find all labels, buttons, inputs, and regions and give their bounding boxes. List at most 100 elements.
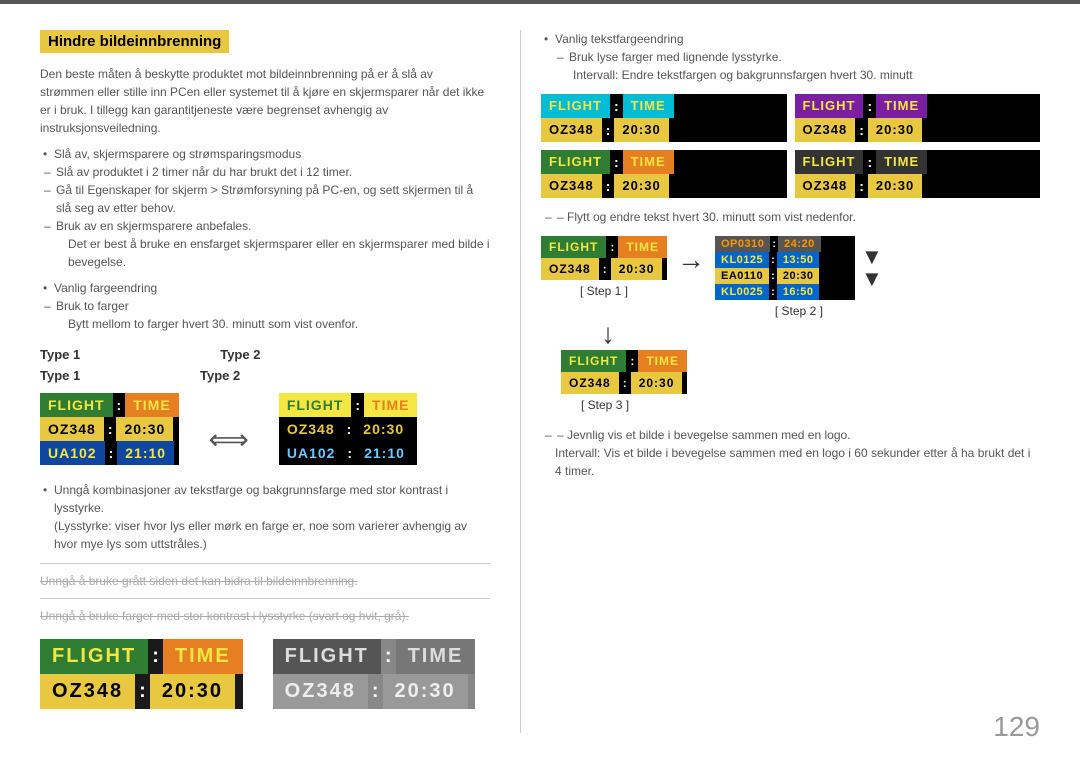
scroll-row-1: OP0310 : 24:20 bbox=[715, 236, 855, 252]
bw-gray-flight: FLIGHT bbox=[273, 639, 381, 674]
grid-widget-1: FLIGHT : TIME OZ348 : 20:30 bbox=[541, 94, 787, 142]
sr1-sep: : bbox=[770, 236, 778, 252]
type1-label: Type 1 bbox=[40, 347, 80, 362]
step1-oz: OZ348 bbox=[541, 258, 599, 280]
final-note1: – Jevnlig vis et bilde i bevegelse samme… bbox=[541, 426, 1040, 444]
type2-oz-row: OZ348 : 20:30 bbox=[279, 417, 418, 441]
gw4-top: FLIGHT : TIME bbox=[795, 150, 1041, 174]
step3-block: FLIGHT : TIME OZ348 : 20:30 [ Step 3 ] bbox=[541, 350, 1040, 412]
rp-dash1: Bruk lyse farger med lignende lysstyrke. bbox=[541, 48, 1040, 66]
grid-widget-3: FLIGHT : TIME OZ348 : 20:30 bbox=[541, 150, 787, 198]
step3-down-arrow: ↓ bbox=[601, 318, 615, 349]
step3-top: FLIGHT : TIME bbox=[561, 350, 687, 372]
step2-block: OP0310 : 24:20 KL0125 : 13:50 EA0110 : bbox=[715, 236, 883, 318]
right-panel: Vanlig tekstfargeendring Bruk lyse farge… bbox=[520, 30, 1040, 733]
step3-sep2: : bbox=[619, 372, 631, 394]
top-bar bbox=[0, 0, 1080, 4]
arrow-down-2: ▼ bbox=[861, 268, 883, 290]
gw2-sep1: : bbox=[863, 94, 876, 118]
sr3-sep: : bbox=[769, 268, 777, 284]
grid-widget-4: FLIGHT : TIME OZ348 : 20:30 bbox=[795, 150, 1041, 198]
bottom-widget-gray: FLIGHT : TIME OZ348 : 20:30 bbox=[273, 639, 476, 709]
step3-flight: FLIGHT bbox=[561, 350, 626, 372]
step1-sep1: : bbox=[606, 236, 618, 258]
grid-4-widgets: FLIGHT : TIME OZ348 : 20:30 FLIGHT : TIM… bbox=[541, 94, 1040, 198]
bullet2: Vanlig fargeendring bbox=[40, 279, 490, 297]
scroll-row-3: EA0110 : 20:30 bbox=[715, 268, 855, 284]
gw1-oz: OZ348 bbox=[541, 118, 602, 142]
step3-arrow: ↓ bbox=[541, 318, 1040, 350]
gw1-sep1: : bbox=[610, 94, 623, 118]
type2-sep2: : bbox=[343, 417, 356, 441]
step1-flight: FLIGHT bbox=[541, 236, 606, 258]
gw4-t1: 20:30 bbox=[868, 174, 922, 198]
type1-oz348: OZ348 bbox=[40, 417, 104, 441]
type1-sep1: : bbox=[113, 393, 126, 417]
sr1-time: 24:20 bbox=[778, 236, 821, 252]
divider1 bbox=[40, 563, 490, 564]
type2-ua102: UA102 bbox=[279, 441, 344, 465]
rp-note1: Intervall: Endre tekstfargen og bakgrunn… bbox=[541, 66, 1040, 84]
arrow-down-1: ▼ bbox=[861, 246, 883, 268]
dash1: Slå av produktet i 2 timer når du har br… bbox=[40, 163, 490, 181]
gw4-bot: OZ348 : 20:30 bbox=[795, 174, 1041, 198]
gw1-bot: OZ348 : 20:30 bbox=[541, 118, 787, 142]
type1-ua-row: UA102 : 21:10 bbox=[40, 441, 179, 465]
type1-sep2: : bbox=[104, 417, 117, 441]
sr4-time: 16:50 bbox=[777, 284, 820, 300]
type2-time-label: TIME bbox=[364, 393, 417, 417]
step2-scroll-widget: OP0310 : 24:20 KL0125 : 13:50 EA0110 : bbox=[715, 236, 855, 300]
final-note2: Intervall: Vis et bilde i bevegelse samm… bbox=[541, 444, 1040, 480]
sr3-flight: EA0110 bbox=[715, 268, 769, 284]
gw4-sep1: : bbox=[863, 150, 876, 174]
type2-widget: FLIGHT : TIME OZ348 : 20:30 UA102 : 21:1… bbox=[279, 393, 418, 465]
gw2-t1: 20:30 bbox=[868, 118, 922, 142]
type2-flight-label: FLIGHT bbox=[279, 393, 352, 417]
step3-widget: FLIGHT : TIME OZ348 : 20:30 bbox=[561, 350, 687, 394]
bw-gray-sep2: : bbox=[368, 674, 383, 709]
gw3-sep1: : bbox=[610, 150, 623, 174]
step1-block: FLIGHT : TIME OZ348 : 20:30 [ Step 1 ] bbox=[541, 236, 667, 298]
bw-dark-t1: 20:30 bbox=[150, 674, 235, 709]
step1-sep2: : bbox=[599, 258, 611, 280]
strikethrough2: Unngå å bruke farger med stor kontrast i… bbox=[40, 609, 490, 623]
bw-gray-top: FLIGHT : TIME bbox=[273, 639, 476, 674]
type1-flight-label: FLIGHT bbox=[40, 393, 113, 417]
gw4-sep2: : bbox=[855, 174, 868, 198]
dash4: Bruk to farger bbox=[40, 297, 490, 315]
step1-bot: OZ348 : 20:30 bbox=[541, 258, 667, 280]
bw-gray-oz: OZ348 bbox=[273, 674, 368, 709]
type2-flight-widget: FLIGHT : TIME OZ348 : 20:30 UA102 : 21:1… bbox=[279, 393, 418, 465]
gw1-top: FLIGHT : TIME bbox=[541, 94, 787, 118]
step3-bot: OZ348 : 20:30 bbox=[561, 372, 687, 394]
final-notes: – Jevnlig vis et bilde i bevegelse samme… bbox=[541, 426, 1040, 480]
gw4-time: TIME bbox=[876, 150, 927, 174]
gw1-time: TIME bbox=[623, 94, 674, 118]
bw-dark-sep1: : bbox=[148, 639, 163, 674]
step1-label: [ Step 1 ] bbox=[580, 284, 628, 298]
type2-time2: 21:10 bbox=[356, 441, 413, 465]
bw-dark-flight: FLIGHT bbox=[40, 639, 148, 674]
type1-top-row: FLIGHT : TIME bbox=[40, 393, 179, 417]
section-title: Hindre bildeinnbrenning bbox=[40, 30, 229, 53]
type2-oz348: OZ348 bbox=[279, 417, 343, 441]
bw-gray-time: TIME bbox=[396, 639, 476, 674]
down-arrows: ▼ ▼ bbox=[861, 246, 883, 290]
sr4-sep: : bbox=[769, 284, 777, 300]
note1: Det er best å bruke en ensfarget skjerms… bbox=[40, 235, 490, 271]
type2-label-text: Type 2 bbox=[200, 368, 240, 383]
dash3: Bruk av en skjermsparere anbefales. bbox=[40, 217, 490, 235]
bw-gray-bottom: OZ348 : 20:30 bbox=[273, 674, 476, 709]
step1-t1: 20:30 bbox=[611, 258, 663, 280]
avoid-note: (Lysstyrke: viser hvor lys eller mørk en… bbox=[40, 517, 490, 553]
type2-sep3: : bbox=[343, 441, 356, 465]
gw1-flight: FLIGHT bbox=[541, 94, 610, 118]
gw3-oz: OZ348 bbox=[541, 174, 602, 198]
type2-ua-row: UA102 : 21:10 bbox=[279, 441, 418, 465]
bw-dark-sep2: : bbox=[135, 674, 150, 709]
type1-oz-row: OZ348 : 20:30 bbox=[40, 417, 179, 441]
gw3-bot: OZ348 : 20:30 bbox=[541, 174, 787, 198]
gw3-flight: FLIGHT bbox=[541, 150, 610, 174]
type1-widget: FLIGHT : TIME OZ348 : 20:30 UA102 : 21 bbox=[40, 393, 179, 465]
step-intro: – Flytt og endre tekst hvert 30. minutt … bbox=[541, 208, 1040, 226]
